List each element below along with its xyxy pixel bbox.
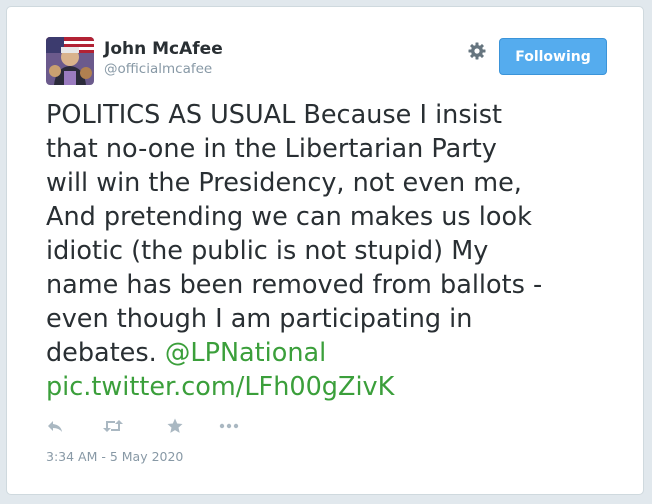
tweet-text-line-link: pic.twitter.com/LFh00gZivK bbox=[46, 370, 616, 404]
retweet-icon[interactable] bbox=[102, 417, 124, 435]
tweet-text-line: debates. bbox=[46, 338, 165, 368]
tweet-text-line: will win the Presidency, not even me, bbox=[46, 168, 522, 198]
following-button[interactable]: Following bbox=[499, 38, 607, 75]
tweet-text-line: idiotic (the public is not stupid) My bbox=[46, 236, 489, 266]
more-icon[interactable] bbox=[218, 417, 240, 435]
avatar-image-icon bbox=[46, 37, 94, 85]
tweet-text-line: even though I am participating in bbox=[46, 304, 473, 334]
tweet-text-line: name has been removed from ballots - bbox=[46, 270, 543, 300]
gear-icon[interactable] bbox=[467, 41, 487, 61]
reply-icon[interactable] bbox=[46, 417, 68, 435]
author-avatar[interactable] bbox=[46, 37, 94, 85]
tweet-card: John McAfee @officialmcafee Following PO… bbox=[6, 6, 644, 495]
tweet-text-line: that no-one in the Libertarian Party bbox=[46, 134, 497, 164]
mention-link[interactable]: @LPNational bbox=[165, 338, 326, 368]
favorite-icon[interactable] bbox=[166, 417, 188, 435]
media-link[interactable]: pic.twitter.com/LFh00gZivK bbox=[46, 372, 394, 402]
tweet-text-line: POLITICS AS USUAL Because I insist bbox=[46, 100, 502, 130]
tweet-text-line: And pretending we can makes us look bbox=[46, 202, 532, 232]
tweet-timestamp[interactable]: 3:34 AM - 5 May 2020 bbox=[46, 449, 183, 464]
author-handle[interactable]: @officialmcafee bbox=[104, 61, 212, 77]
tweet-text-line-last: debates. @LPNational bbox=[46, 336, 616, 370]
tweet-text: POLITICS AS USUAL Because I insist that … bbox=[46, 98, 616, 404]
author-display-name[interactable]: John McAfee bbox=[104, 39, 223, 59]
